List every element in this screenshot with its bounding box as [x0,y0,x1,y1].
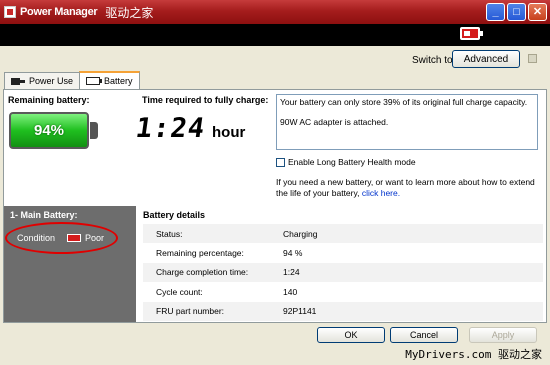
tab-label: Battery [104,76,133,86]
title-bar: Power Manager 驱动之家 _ □ ✕ [0,0,550,24]
battery-status-icon [460,27,483,40]
table-row: Charge completion time: 1:24 [143,262,543,283]
switch-row: Switch to: Advanced [0,50,550,70]
adapter-message: 90W AC adapter is attached. [280,117,389,127]
capacity-message: Your battery can only store 39% of its o… [280,97,528,107]
app-icon [4,6,16,18]
hint-text: If you need a new battery, or want to le… [276,177,535,198]
battery-hint: If you need a new battery, or want to le… [276,177,538,199]
highlight-ellipse [5,222,118,254]
charge-time-value: 1:24 [133,113,208,144]
battery-details-table: Status: Charging Remaining percentage: 9… [143,224,543,321]
cancel-button[interactable]: Cancel [390,327,458,343]
table-row: Status: Charging [143,224,543,244]
battery-icon [86,77,103,85]
window-controls: _ □ ✕ [486,3,547,21]
row-value: 94 % [283,248,303,259]
footer-watermark: MyDrivers.com 驱动之家 [405,348,542,361]
row-label: Remaining percentage: [156,248,244,259]
help-square-icon[interactable] [528,54,537,63]
table-row: Remaining percentage: 94 % [143,243,543,262]
row-value: 140 [283,286,298,297]
battery-percent: 94% [33,122,65,139]
battery-gauge-terminal [90,122,98,139]
health-mode-row[interactable]: Enable Long Battery Health mode [276,157,416,167]
row-label: FRU part number: [156,306,225,317]
battery-details-title: Battery details [143,210,206,220]
remaining-battery-title: Remaining battery: [8,95,90,105]
power-plug-icon [11,77,25,85]
minimize-button[interactable]: _ [486,3,505,21]
charge-time-unit: hour [212,124,246,141]
advanced-button[interactable]: Advanced [452,50,520,68]
row-label: Charge completion time: [156,267,249,278]
click-here-link[interactable]: click here. [362,188,400,198]
switch-to-label: Switch to: [412,55,456,66]
battery-info-box: Your battery can only store 39% of its o… [276,94,538,150]
window-title: Power Manager [20,6,98,18]
tab-label: Power Use [29,76,74,86]
charge-time-title: Time required to fully charge: [142,95,269,105]
title-watermark: 驱动之家 [105,5,154,20]
table-row: FRU part number: 92P1141 [143,301,543,321]
maximize-button[interactable]: □ [507,3,526,21]
ok-button[interactable]: OK [317,327,385,343]
close-button[interactable]: ✕ [528,3,547,21]
table-row: Cycle count: 140 [143,282,543,301]
row-value: Charging [283,228,318,239]
tab-bar: Power Use Battery [4,71,140,89]
main-battery-title[interactable]: 1- Main Battery: [10,210,78,220]
row-value: 1:24 [283,267,300,278]
row-value: 92P1141 [283,306,317,317]
row-label: Status: [156,228,183,239]
header-banner [0,24,550,46]
tab-battery[interactable]: Battery [79,71,140,89]
apply-button[interactable]: Apply [469,327,537,343]
health-mode-checkbox[interactable] [276,157,285,167]
row-label: Cycle count: [156,286,203,297]
health-mode-label: Enable Long Battery Health mode [288,157,416,167]
tab-power-use[interactable]: Power Use [4,72,81,89]
